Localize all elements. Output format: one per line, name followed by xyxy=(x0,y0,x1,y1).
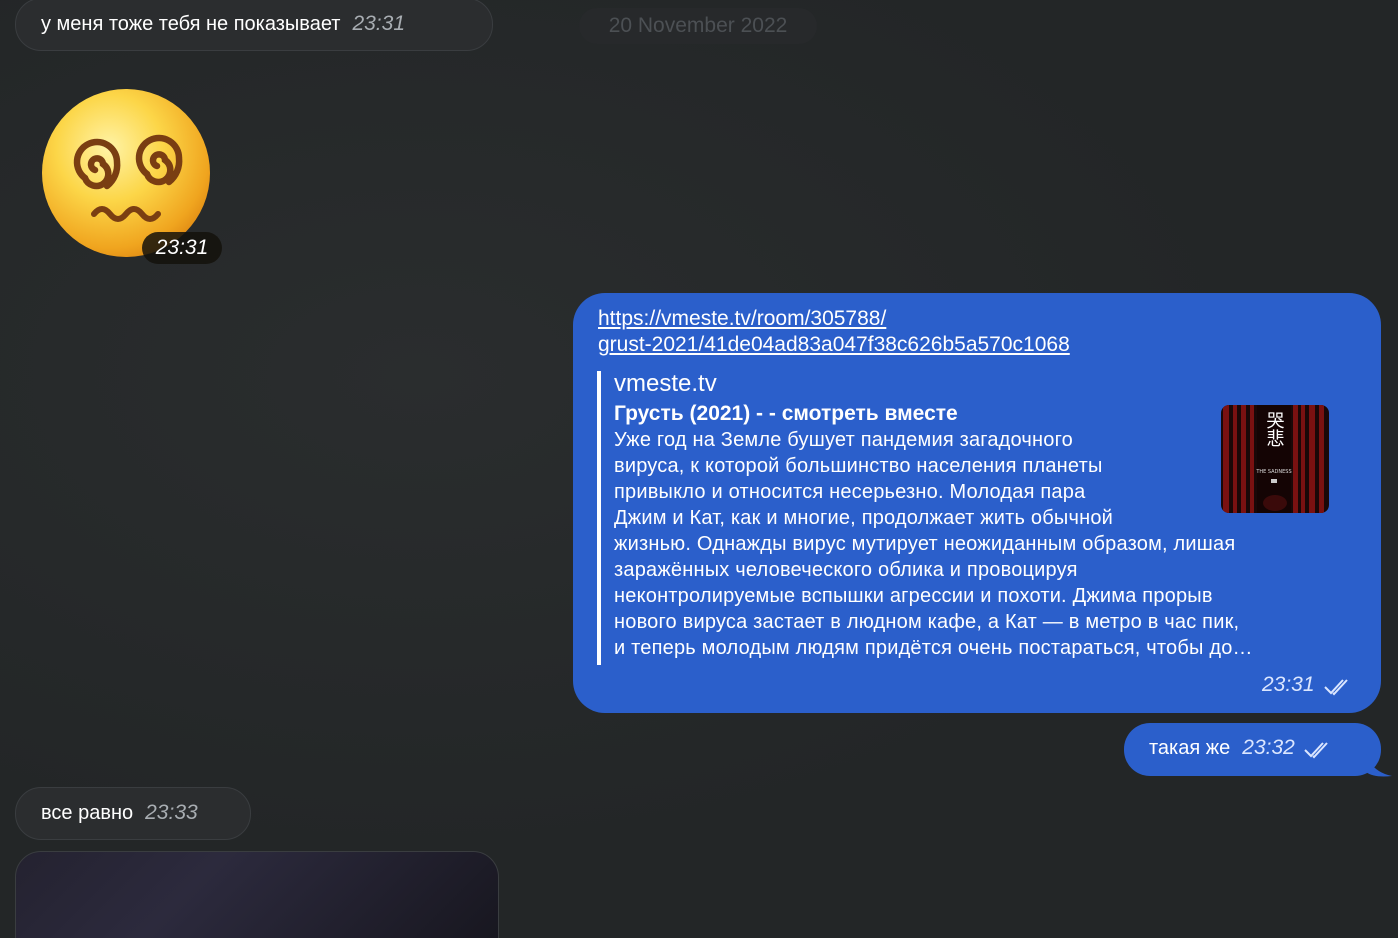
message-text: все равно xyxy=(41,802,134,824)
svg-text:哭悲: 哭悲 xyxy=(1264,411,1285,447)
message-time: 23:32 xyxy=(1242,736,1295,759)
message-time: 23:33 xyxy=(145,801,198,824)
outgoing-link-message[interactable]: https://vmeste.tv/room/305788/ grust-202… xyxy=(573,293,1381,713)
message-text: у меня тоже тебя не показывает xyxy=(41,13,341,35)
media-message[interactable] xyxy=(15,851,499,938)
link-preview[interactable]: vmeste.tv Грусть (2021) - - смотреть вме… xyxy=(597,370,1357,665)
bubble-tail-icon xyxy=(1366,754,1392,777)
message-time: 23:31 xyxy=(352,12,406,35)
double-check-icon xyxy=(1304,742,1329,759)
date-separator: 20 November 2022 xyxy=(579,8,817,44)
preview-site-name: vmeste.tv xyxy=(614,370,717,397)
preview-thumbnail[interactable]: 哭悲 THE SADNESS xyxy=(1221,405,1329,513)
message-time: 23:31 xyxy=(1261,673,1315,696)
message-text: такая же xyxy=(1149,737,1231,759)
incoming-message[interactable]: у меня тоже тебя не показывает 23:31 xyxy=(15,0,493,51)
svg-text:THE SADNESS: THE SADNESS xyxy=(1255,469,1291,475)
chat-history[interactable]: у меня тоже тебя не показывает 23:31 20 N… xyxy=(0,0,1398,938)
double-check-icon xyxy=(1324,679,1348,696)
outgoing-message[interactable]: такая же 23:32 xyxy=(1124,723,1381,776)
sticker-time: 23:31 xyxy=(142,232,222,264)
incoming-message[interactable]: все равно 23:33 xyxy=(15,787,251,840)
message-link[interactable]: https://vmeste.tv/room/305788/ grust-202… xyxy=(598,306,1070,358)
